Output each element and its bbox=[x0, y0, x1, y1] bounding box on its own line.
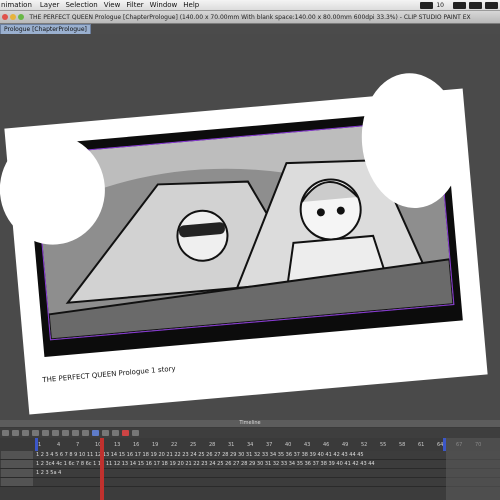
forward-icon[interactable] bbox=[52, 430, 59, 436]
ruler-label: 25 bbox=[190, 442, 197, 448]
timeline-toolbar bbox=[0, 428, 500, 438]
delete-cel-icon[interactable] bbox=[112, 430, 119, 436]
start-frame-marker[interactable] bbox=[35, 438, 38, 451]
timeline-ruler[interactable]: 1 4 7 10 13 16 19 22 25 28 31 34 37 40 43 46 49 52 55 58 61 6… bbox=[0, 438, 500, 452]
track-name[interactable] bbox=[1, 460, 33, 468]
window-titlebar: THE PERFECT QUEEN Prologue [ChapterProlo… bbox=[0, 11, 500, 24]
ruler-label: 13 bbox=[114, 442, 121, 448]
loop-icon[interactable] bbox=[62, 430, 69, 436]
menu-layer[interactable]: Layer bbox=[40, 1, 66, 9]
flag-icon[interactable] bbox=[485, 1, 498, 9]
ruler-label: 19 bbox=[152, 442, 159, 448]
volume-icon[interactable] bbox=[453, 1, 466, 9]
ruler-label: 55 bbox=[380, 442, 387, 448]
ruler-label: 1 bbox=[38, 442, 42, 448]
minimize-icon[interactable] bbox=[10, 14, 16, 20]
timeline-tracks: 1 2 3 4 5 6 7 8 9 10 11 12 13 14 15 16 1… bbox=[0, 451, 500, 500]
manga-page[interactable]: THE PERFECT QUEEN Prologue 1 story bbox=[0, 69, 488, 415]
ruler-label: 4 bbox=[57, 442, 61, 448]
ruler-label: 49 bbox=[342, 442, 349, 448]
ruler-label: 58 bbox=[399, 442, 406, 448]
play-icon[interactable] bbox=[32, 430, 39, 436]
ruler-label: 46 bbox=[323, 442, 330, 448]
ruler-label: 61 bbox=[418, 442, 425, 448]
timeline-track[interactable]: 1 2 3c4 4c 1 6c 7 8 6c 1 10 11 12 13 14 … bbox=[0, 460, 500, 469]
track-name[interactable] bbox=[1, 469, 33, 477]
ruler-label: 22 bbox=[171, 442, 178, 448]
ruler-label: 7 bbox=[76, 442, 80, 448]
menu-bar: nimation Layer Selection View Filter Win… bbox=[0, 0, 500, 11]
window-controls bbox=[2, 14, 24, 20]
status-number: 10 bbox=[436, 1, 444, 9]
system-status-area: 10 bbox=[420, 0, 500, 10]
ruler-label: 52 bbox=[361, 442, 368, 448]
track-name[interactable] bbox=[1, 478, 33, 486]
menu-view[interactable]: View bbox=[104, 1, 127, 9]
ruler-label: 31 bbox=[228, 442, 235, 448]
keyframe-icon[interactable] bbox=[102, 430, 109, 436]
wifi-icon[interactable] bbox=[420, 1, 434, 9]
menu-help[interactable]: Help bbox=[183, 1, 205, 9]
new-timeline-icon[interactable] bbox=[12, 430, 19, 436]
timeline-track[interactable]: 1 2 3 4 5 6 7 8 9 10 11 12 13 14 15 16 1… bbox=[0, 451, 500, 460]
window-title: THE PERFECT QUEEN Prologue [ChapterProlo… bbox=[29, 13, 471, 21]
zoom-slider-icon[interactable] bbox=[132, 430, 139, 436]
track-cells[interactable]: 1 2 3 4 5 6 7 8 9 10 11 12 13 14 15 16 1… bbox=[36, 451, 364, 459]
timeline-track[interactable] bbox=[0, 478, 500, 487]
track-cells[interactable]: 1 2 3c4 4c 1 6c 7 8 6c 1 10 11 12 13 14 … bbox=[36, 460, 375, 468]
rewind-icon[interactable] bbox=[22, 430, 29, 436]
onion-skin-icon[interactable] bbox=[72, 430, 79, 436]
record-icon[interactable] bbox=[122, 430, 129, 436]
track-cells[interactable]: 1 2 3 5a 4 bbox=[36, 469, 61, 477]
ruler-label: 40 bbox=[285, 442, 292, 448]
ruler-label: 28 bbox=[209, 442, 216, 448]
zoom-icon[interactable] bbox=[18, 14, 24, 20]
timeline-menu-icon[interactable] bbox=[2, 430, 9, 436]
out-of-range-area bbox=[446, 438, 500, 500]
close-icon[interactable] bbox=[2, 14, 8, 20]
new-cel-icon[interactable] bbox=[82, 430, 89, 436]
track-name[interactable] bbox=[1, 451, 33, 459]
menu-filter[interactable]: Filter bbox=[126, 1, 149, 9]
stop-icon[interactable] bbox=[42, 430, 49, 436]
specify-cel-icon[interactable] bbox=[92, 430, 99, 436]
battery-icon[interactable] bbox=[469, 1, 482, 9]
ruler-label: 16 bbox=[133, 442, 140, 448]
ruler-label: 37 bbox=[266, 442, 273, 448]
timeline-panel-title: Timeline bbox=[0, 420, 500, 428]
ruler-label: 43 bbox=[304, 442, 311, 448]
timeline-track[interactable]: 1 2 3 5a 4 bbox=[0, 469, 500, 478]
playhead[interactable] bbox=[100, 438, 104, 500]
menu-selection[interactable]: Selection bbox=[65, 1, 103, 9]
page-caption: THE PERFECT QUEEN Prologue 1 story bbox=[42, 364, 176, 385]
menu-animation[interactable]: nimation bbox=[0, 1, 40, 9]
ruler-label: 34 bbox=[247, 442, 254, 448]
canvas-area[interactable]: THE PERFECT QUEEN Prologue 1 story bbox=[0, 34, 500, 420]
menu-window[interactable]: Window bbox=[150, 1, 184, 9]
